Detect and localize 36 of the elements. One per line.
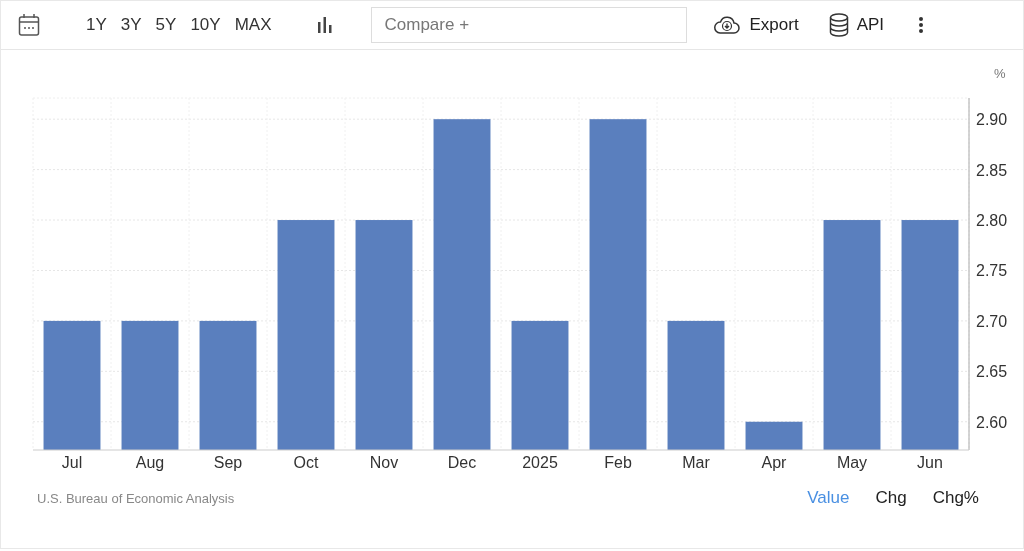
database-icon bbox=[828, 13, 849, 37]
x-axis-label: Jun bbox=[917, 454, 943, 471]
range-button[interactable]: 1Y bbox=[80, 11, 113, 39]
x-axis-label: May bbox=[836, 454, 868, 471]
cloud-download-icon bbox=[713, 15, 742, 35]
range-button[interactable]: MAX bbox=[228, 11, 278, 39]
y-axis-label: 2.75 bbox=[976, 262, 1008, 280]
calendar-icon[interactable] bbox=[18, 13, 40, 37]
range-button[interactable]: 5Y bbox=[149, 11, 183, 39]
x-axis-label: Aug bbox=[135, 454, 165, 471]
x-axis-label: Nov bbox=[369, 454, 399, 471]
y-axis-label: 2.70 bbox=[976, 312, 1008, 330]
api-button[interactable]: API bbox=[824, 9, 889, 41]
more-options-icon[interactable] bbox=[918, 16, 925, 34]
y-axis-label: 2.80 bbox=[976, 212, 1008, 230]
x-axis-label: 2025 bbox=[522, 454, 558, 471]
export-button[interactable]: Export bbox=[709, 11, 803, 39]
y-axis-label: 2.60 bbox=[976, 413, 1008, 431]
view-tab[interactable]: Chg bbox=[867, 486, 915, 510]
x-axis-label: Jul bbox=[61, 454, 83, 471]
source-text: U.S. Bureau of Economic Analysis bbox=[37, 490, 235, 506]
x-axis-label: Apr bbox=[761, 454, 787, 471]
unit-label: % bbox=[994, 66, 1006, 81]
view-tab[interactable]: Chg% bbox=[924, 486, 987, 510]
y-axis-label: 2.65 bbox=[976, 363, 1008, 381]
x-axis-label: Oct bbox=[293, 454, 319, 471]
range-button[interactable]: 3Y bbox=[114, 11, 148, 39]
x-axis-label: Feb bbox=[604, 454, 632, 471]
x-axis-label: Mar bbox=[682, 454, 710, 471]
bar-chart-icon[interactable] bbox=[317, 17, 334, 33]
range-button[interactable]: 10Y bbox=[184, 11, 227, 39]
y-axis-label: 2.90 bbox=[976, 111, 1008, 129]
x-axis-label: Sep bbox=[213, 454, 243, 471]
y-axis-label: 2.85 bbox=[976, 161, 1008, 179]
x-axis-label: Dec bbox=[447, 454, 477, 471]
compare-field[interactable]: Compare + bbox=[371, 7, 688, 43]
